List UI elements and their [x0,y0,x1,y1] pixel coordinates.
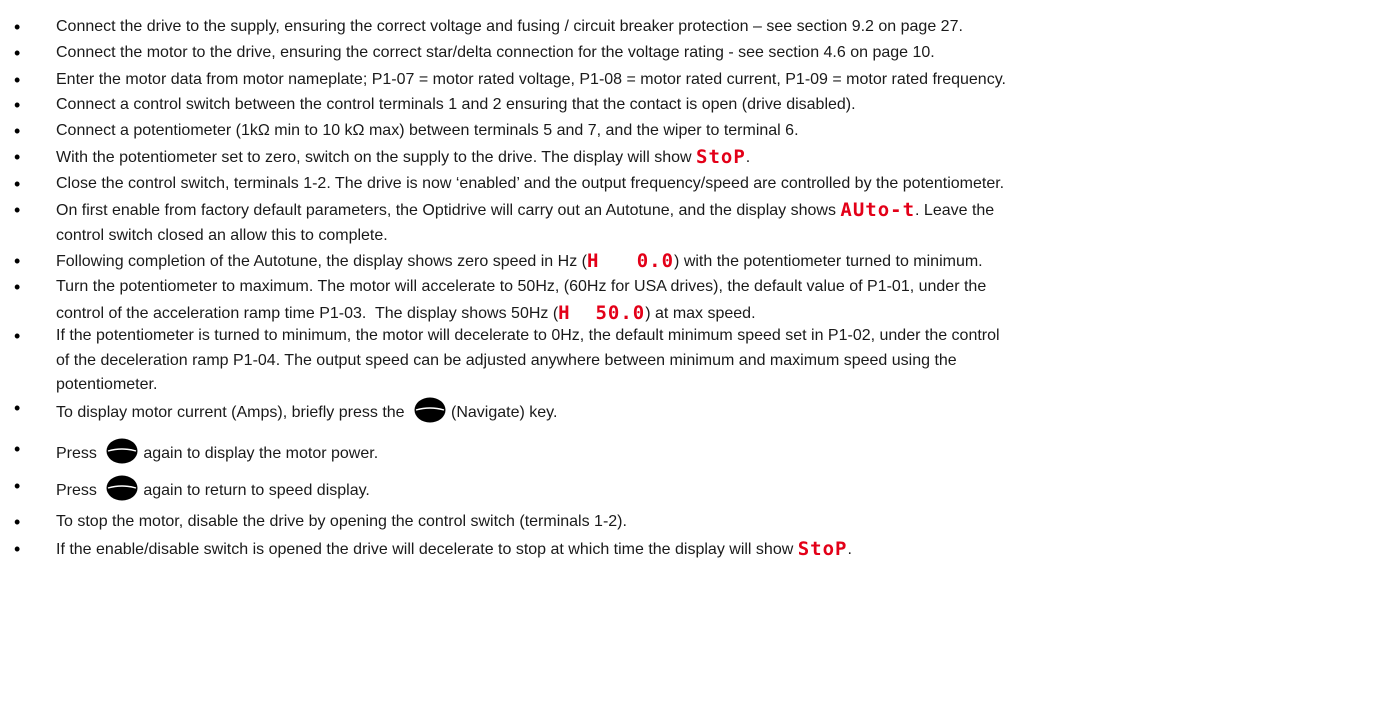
item-text-line: Following completion of the Autotune, th… [56,249,1394,274]
text-segment: To display motor current (Amps), briefly… [56,404,410,421]
item-text-line: Press again to display the motor power. [56,437,1394,466]
item-text-line: On first enable from factory default par… [56,198,1394,223]
text-segment: To stop the motor, disable the drive by … [56,513,627,530]
navigate-key-icon [106,438,138,464]
text-segment: If the potentiometer is turned to minimu… [56,327,1000,344]
item-text-line: potentiometer. [56,373,1394,397]
text-segment: ) with the potentiometer turned to minim… [674,253,983,270]
text-segment: . Leave the [915,202,995,219]
bullet-icon: • [14,326,21,346]
text-segment: Turn the potentiometer to maximum. The m… [56,278,987,295]
bullet-icon: • [14,539,21,559]
lcd-display-text: H 50.0 [558,302,646,324]
text-segment: (Navigate) key. [451,404,558,421]
item-text-line: Close the control switch, terminals 1-2.… [56,172,1394,196]
item-text-line: Turn the potentiometer to maximum. The m… [56,275,1394,299]
text-segment: again to display the motor power. [143,445,379,462]
bullet-icon: • [14,95,21,115]
bullet-icon: • [14,147,21,167]
item-text-line: To display motor current (Amps), briefly… [56,396,1394,425]
text-segment: Following completion of the Autotune, th… [56,253,587,270]
text-segment: Connect the motor to the drive, ensuring… [56,44,935,61]
bullet-icon: • [14,398,21,418]
bullet-icon: • [14,70,21,90]
text-segment: control switch closed an allow this to c… [56,227,388,244]
text-segment: Connect a control switch between the con… [56,96,856,113]
instruction-list: • Connect the drive to the supply, ensuri… [0,0,1400,706]
text-segment: Press [56,482,102,499]
item-text-line: control switch closed an allow this to c… [56,224,1394,248]
text-segment: Connect a potentiometer (1kΩ min to 10 k… [56,122,799,139]
bullet-icon: • [14,476,21,496]
item-text-line: If the potentiometer is turned to minimu… [56,324,1394,348]
text-segment: ) at max speed. [645,305,756,322]
text-segment: control of the acceleration ramp time P1… [56,305,559,322]
item-text-line: To stop the motor, disable the drive by … [56,510,1394,534]
text-segment: With the potentiometer set to zero, swit… [56,149,697,166]
text-segment: potentiometer. [56,376,158,393]
text-segment: Press [56,445,102,462]
item-text-line: Connect a control switch between the con… [56,93,1394,117]
bullet-icon: • [14,17,21,37]
item-text-line: of the deceleration ramp P1-04. The outp… [56,349,1394,373]
bullet-icon: • [14,200,21,220]
navigate-key-icon [106,475,138,501]
navigate-key-icon [414,397,446,423]
text-segment: Close the control switch, terminals 1-2.… [56,175,1005,192]
text-segment: If the enable/disable switch is opened t… [56,541,798,558]
lcd-display-text: StoP [696,146,746,168]
text-segment: Enter the motor data from motor nameplat… [56,71,1006,88]
text-segment: . [847,541,852,558]
bullet-icon: • [14,43,21,63]
item-text-line: If the enable/disable switch is opened t… [56,537,1394,562]
text-segment: of the deceleration ramp P1-04. The outp… [56,352,957,369]
item-text-line: With the potentiometer set to zero, swit… [56,145,1394,170]
bullet-icon: • [14,439,21,459]
lcd-display-text: StoP [797,538,848,560]
item-text-line: Press again to return to speed display. [56,474,1394,503]
text-segment: again to return to speed display. [143,482,370,499]
bullet-icon: • [14,121,21,141]
item-text-line: control of the acceleration ramp time P1… [56,301,1394,326]
text-segment: On first enable from factory default par… [56,202,841,219]
text-segment: . [745,149,751,166]
bullet-icon: • [14,277,21,297]
lcd-display-text: AUto-t [840,199,916,221]
item-text-line: Connect the drive to the supply, ensurin… [56,15,1394,39]
item-text-line: Connect a potentiometer (1kΩ min to 10 k… [56,119,1394,143]
text-segment: Connect the drive to the supply, ensurin… [56,18,963,35]
bullet-icon: • [14,512,21,532]
bullet-icon: • [14,174,21,194]
lcd-display-text: H 0.0 [586,250,675,272]
item-text-line: Connect the motor to the drive, ensuring… [56,41,1394,65]
item-text-line: Enter the motor data from motor nameplat… [56,68,1394,92]
bullet-icon: • [14,251,21,271]
